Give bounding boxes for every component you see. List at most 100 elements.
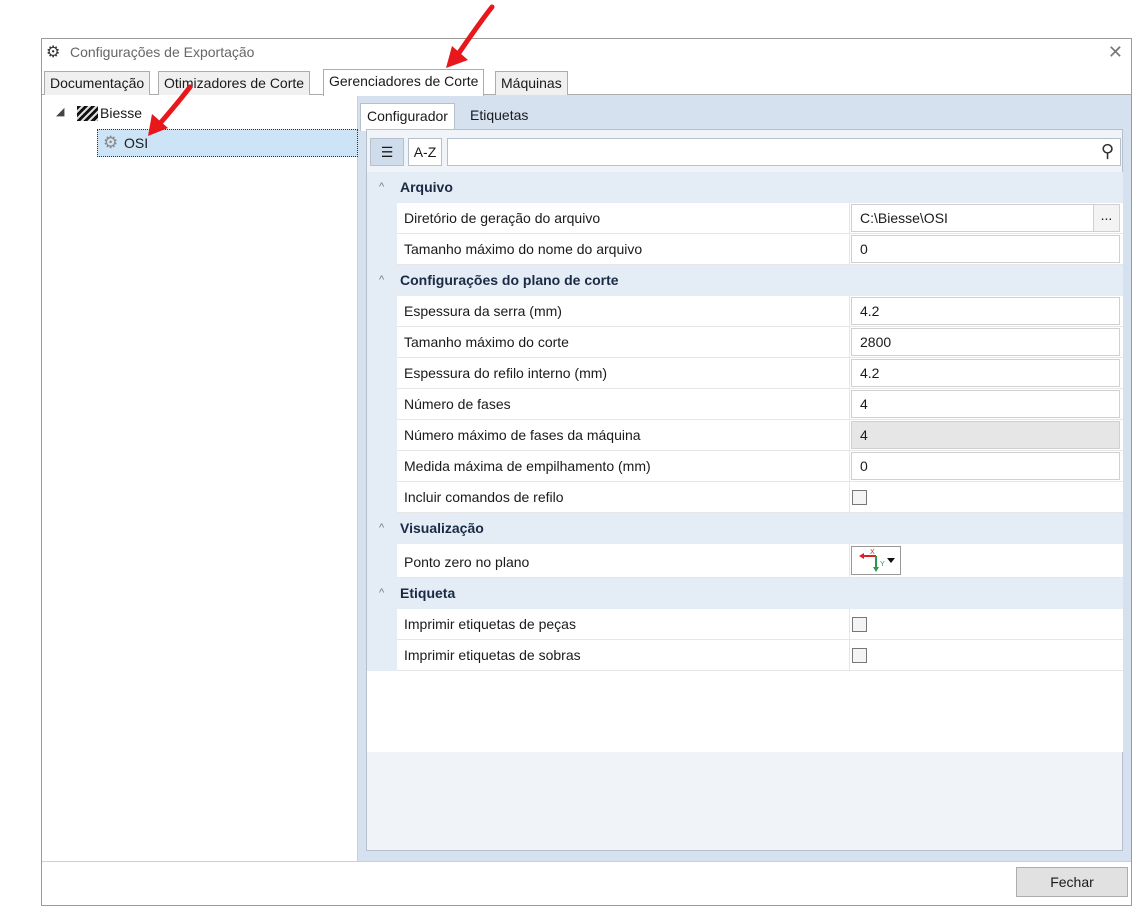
max-cut-size-field[interactable]: 2800 <box>851 328 1120 356</box>
property-row: Imprimir etiquetas de peças <box>367 609 1123 640</box>
column-divider <box>849 358 850 389</box>
category-label: Etiqueta <box>400 585 456 601</box>
tree-node-biesse[interactable]: Biesse <box>100 105 142 121</box>
chevron-up-icon[interactable]: ^ <box>379 265 384 296</box>
tree-node-osi[interactable]: ⚙ OSI <box>97 129 358 157</box>
row-gutter <box>367 420 397 451</box>
column-divider <box>849 420 850 451</box>
main-tabstrip: Documentação Otimizadores de Corte Geren… <box>42 69 1131 96</box>
column-divider <box>849 389 850 420</box>
property-name: Tamanho máximo do nome do arquivo <box>404 241 643 257</box>
row-gutter <box>367 203 397 234</box>
property-row: Medida máxima de empilhamento (mm) 0 <box>367 451 1123 482</box>
tree-view: ◢ Biesse ⚙ OSI <box>42 95 358 862</box>
property-name: Diretório de geração do arquivo <box>404 210 601 226</box>
print-part-labels-checkbox[interactable] <box>852 617 867 632</box>
property-row: Espessura do refilo interno (mm) 4.2 <box>367 358 1123 389</box>
property-name: Imprimir etiquetas de peças <box>404 616 576 632</box>
tree-expand-toggle-icon[interactable]: ◢ <box>56 105 64 118</box>
dropdown-arrow-icon <box>887 558 895 563</box>
gear-icon: ⚙ <box>103 133 119 152</box>
title-bar: ⚙ Configurações de Exportação ✕ <box>42 39 1131 69</box>
chevron-up-icon[interactable]: ^ <box>379 513 384 544</box>
column-divider <box>849 609 850 640</box>
max-filename-length-field[interactable]: 0 <box>851 235 1120 263</box>
max-stack-height-field[interactable]: 0 <box>851 452 1120 480</box>
dialog-footer: Fechar <box>42 861 1131 905</box>
column-divider <box>849 296 850 327</box>
property-name: Imprimir etiquetas de sobras <box>404 647 581 663</box>
property-name: Número de fases <box>404 396 511 412</box>
tab-documentacao[interactable]: Documentação <box>44 71 151 95</box>
categorized-view-button[interactable]: ☰ <box>370 138 404 166</box>
row-gutter <box>367 640 397 671</box>
column-divider <box>849 327 850 358</box>
category-configuracoes-plano-corte[interactable]: ^ Configurações do plano de corte <box>367 265 1123 296</box>
column-divider <box>849 234 850 265</box>
annotation-arrow-icon <box>148 84 193 136</box>
max-machine-phases-field: 4 <box>851 421 1120 449</box>
gear-icon: ⚙ <box>46 44 61 61</box>
print-remnant-labels-checkbox[interactable] <box>852 648 867 663</box>
row-gutter <box>367 544 397 578</box>
window-title: Configurações de Exportação <box>70 44 255 60</box>
file-directory-field[interactable]: C:\Biesse\OSI ... <box>851 204 1120 232</box>
search-icon[interactable]: ⚲ <box>1101 141 1114 162</box>
chevron-up-icon[interactable]: ^ <box>379 172 384 203</box>
zero-point-axis-icon: X Y <box>859 549 895 572</box>
property-name: Espessura do refilo interno (mm) <box>404 365 608 381</box>
row-gutter <box>367 358 397 389</box>
row-gutter <box>367 296 397 327</box>
include-trim-commands-checkbox[interactable] <box>852 490 867 505</box>
sub-tabstrip: Configurador Etiquetas <box>358 95 1131 131</box>
column-divider <box>849 544 850 578</box>
property-row: Espessura da serra (mm) 4.2 <box>367 296 1123 327</box>
category-label: Arquivo <box>400 179 453 195</box>
property-grid: ☰ A-Z ⚲ ^ Arquivo Diretório de geração d… <box>366 129 1123 851</box>
property-row: Ponto zero no plano X Y <box>367 544 1123 578</box>
phase-count-field[interactable]: 4 <box>851 390 1120 418</box>
category-label: Visualização <box>400 520 484 536</box>
property-name: Medida máxima de empilhamento (mm) <box>404 458 651 474</box>
tab-configurador[interactable]: Configurador <box>360 103 455 131</box>
property-name: Tamanho máximo do corte <box>404 334 569 350</box>
axis-x-label: X <box>870 549 875 556</box>
row-gutter <box>367 234 397 265</box>
row-gutter <box>367 451 397 482</box>
column-divider <box>849 640 850 671</box>
column-divider <box>849 451 850 482</box>
alphabetical-view-button[interactable]: A-Z <box>408 138 442 166</box>
browse-button[interactable]: ... <box>1093 205 1119 231</box>
saw-thickness-field[interactable]: 4.2 <box>851 297 1120 325</box>
close-button[interactable]: Fechar <box>1016 867 1128 897</box>
axis-y-label: Y <box>880 561 885 568</box>
category-etiqueta[interactable]: ^ Etiqueta <box>367 578 1123 609</box>
content-area: ◢ Biesse ⚙ OSI Configurador Etiquetas ☰ … <box>42 95 1131 862</box>
tab-maquinas[interactable]: Máquinas <box>495 71 568 95</box>
list-icon: ☰ <box>380 144 394 160</box>
close-icon[interactable]: ✕ <box>1108 41 1123 63</box>
row-gutter <box>367 327 397 358</box>
column-divider <box>849 482 850 513</box>
category-arquivo[interactable]: ^ Arquivo <box>367 172 1123 203</box>
column-divider <box>849 203 850 234</box>
property-row: Diretório de geração do arquivo C:\Biess… <box>367 203 1123 234</box>
property-row: Tamanho máximo do corte 2800 <box>367 327 1123 358</box>
zero-point-select[interactable]: X Y <box>851 546 901 575</box>
property-row: Tamanho máximo do nome do arquivo 0 <box>367 234 1123 265</box>
tab-etiquetas[interactable]: Etiquetas <box>464 103 534 129</box>
property-row: Número de fases 4 <box>367 389 1123 420</box>
row-gutter <box>367 389 397 420</box>
internal-trim-thickness-field[interactable]: 4.2 <box>851 359 1120 387</box>
row-gutter <box>367 609 397 640</box>
category-visualizacao[interactable]: ^ Visualização <box>367 513 1123 544</box>
property-row: Imprimir etiquetas de sobras <box>367 640 1123 671</box>
search-input[interactable]: ⚲ <box>447 138 1121 166</box>
export-settings-window: ⚙ Configurações de Exportação ✕ Document… <box>41 38 1132 906</box>
property-name: Incluir comandos de refilo <box>404 489 564 505</box>
tab-gerenciadores-de-corte[interactable]: Gerenciadores de Corte <box>323 69 485 96</box>
property-value: C:\Biesse\OSI <box>860 210 948 226</box>
chevron-up-icon[interactable]: ^ <box>379 578 384 609</box>
biesse-logo-icon <box>77 106 98 121</box>
property-name: Ponto zero no plano <box>404 554 530 570</box>
